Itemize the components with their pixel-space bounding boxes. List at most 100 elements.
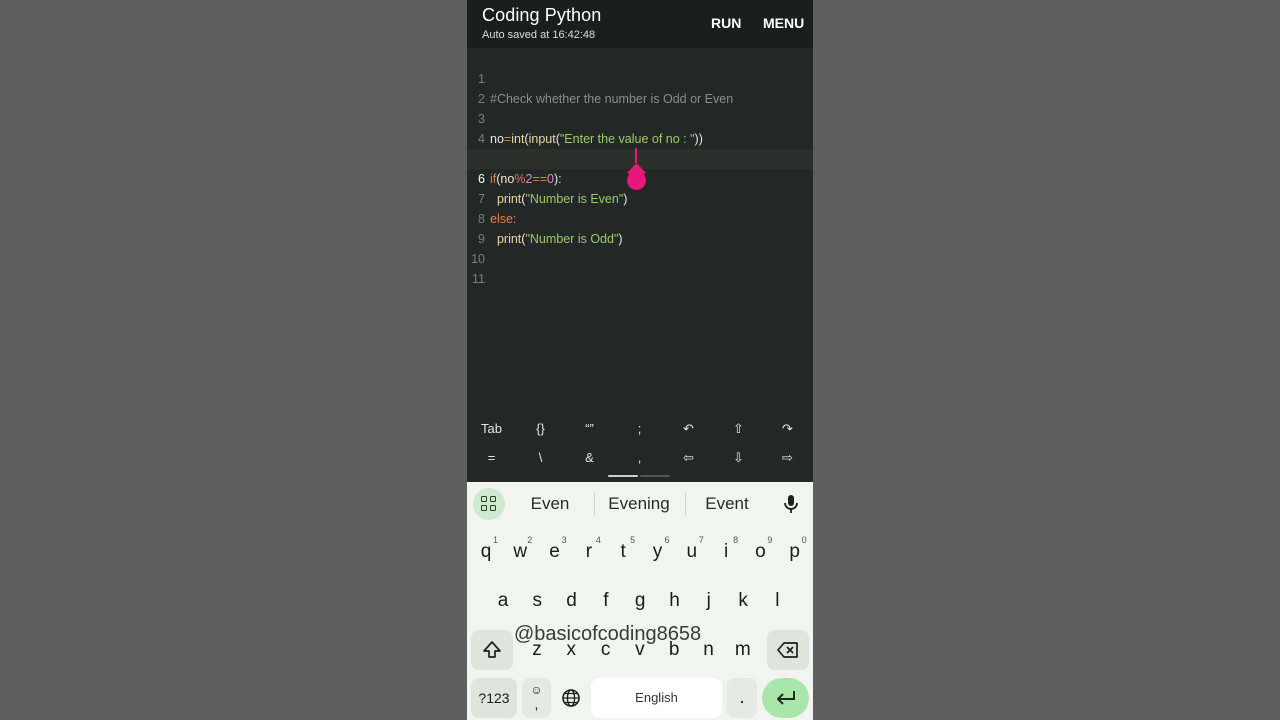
semicolon-key[interactable]: ; xyxy=(615,421,664,436)
key-w[interactable]: w2 xyxy=(505,532,535,572)
key-r[interactable]: r4 xyxy=(574,532,604,572)
key-label: m xyxy=(734,639,751,660)
menu-button[interactable]: MENU xyxy=(763,15,804,31)
key-h[interactable]: h xyxy=(660,581,690,621)
code-line[interactable]: 3 no=int(input("Enter the value of no : … xyxy=(467,89,813,146)
key-label: u xyxy=(686,541,698,562)
suggestion-bar: Even Evening Event xyxy=(467,482,813,526)
key-label: g xyxy=(634,590,646,611)
quotes-key[interactable]: “” xyxy=(565,421,614,436)
key-label: l xyxy=(775,590,780,611)
page-indicator xyxy=(640,475,670,477)
code-line[interactable]: 1 #Check whether the number is Odd or Ev… xyxy=(467,49,813,106)
key-a[interactable]: a xyxy=(488,581,518,621)
key-label: p xyxy=(789,541,800,562)
key-label: s xyxy=(532,590,543,611)
key-number-hint: 8 xyxy=(733,535,739,545)
backspace-icon xyxy=(777,642,798,658)
equals-key[interactable]: = xyxy=(467,450,516,465)
key-number-hint: 3 xyxy=(561,535,567,545)
key-number-hint: 2 xyxy=(527,535,533,545)
key-label: i xyxy=(723,541,729,562)
enter-key[interactable] xyxy=(762,678,809,718)
key-l[interactable]: l xyxy=(762,581,792,621)
line-number: 11 xyxy=(472,272,485,286)
symbols-key[interactable]: ?123 xyxy=(471,678,517,718)
code-line[interactable]: 9 xyxy=(467,209,813,246)
redo-icon[interactable]: ↷ xyxy=(763,421,812,437)
key-y[interactable]: y6 xyxy=(643,532,673,572)
cursor-handle[interactable] xyxy=(627,171,646,190)
key-g[interactable]: g xyxy=(625,581,655,621)
emoji-key[interactable]: ☺ , xyxy=(522,678,551,718)
period-key[interactable]: . xyxy=(727,678,757,718)
key-d[interactable]: d xyxy=(557,581,587,621)
backslash-key[interactable]: \ xyxy=(516,450,565,465)
key-p[interactable]: p0 xyxy=(780,532,810,572)
undo-icon[interactable]: ↶ xyxy=(664,421,713,437)
code-line[interactable]: 4 xyxy=(467,109,813,146)
key-e[interactable]: e3 xyxy=(540,532,570,572)
channel-watermark: @basicofcoding8658 xyxy=(514,623,702,645)
code-line[interactable]: 10 xyxy=(467,229,813,266)
enter-icon xyxy=(776,691,795,705)
suggestion-3[interactable]: Event xyxy=(682,494,772,514)
key-i[interactable]: i8 xyxy=(711,532,741,572)
tab-key[interactable]: Tab xyxy=(467,421,516,436)
code-line[interactable]: 11 xyxy=(467,249,813,286)
key-label: k xyxy=(738,590,748,611)
arrow-right-icon[interactable]: ⇨ xyxy=(763,450,812,466)
key-f[interactable]: f xyxy=(591,581,621,621)
shift-key[interactable] xyxy=(471,630,513,670)
key-label: r xyxy=(585,541,593,562)
key-label: q xyxy=(480,541,492,562)
soft-keyboard: Even Evening Event ?123 ☺ , English . q … xyxy=(467,482,813,720)
key-label: n xyxy=(703,639,714,660)
apps-grid-icon[interactable] xyxy=(473,488,505,520)
key-label: e xyxy=(549,541,560,562)
key-number-hint: 1 xyxy=(492,535,498,545)
key-q[interactable]: q1 xyxy=(471,532,501,572)
phone-screen: Coding Python Auto saved at 16:42:48 RUN… xyxy=(467,0,813,720)
code-editor[interactable]: 1 #Check whether the number is Odd or Ev… xyxy=(467,48,813,412)
key-number-hint: 0 xyxy=(801,535,807,545)
key-u[interactable]: u7 xyxy=(677,532,707,572)
comma-key[interactable]: , xyxy=(615,450,664,465)
app-title: Coding Python xyxy=(482,5,602,25)
key-number-hint: 4 xyxy=(595,535,601,545)
backspace-key[interactable] xyxy=(767,630,809,670)
arrow-left-icon[interactable]: ⇦ xyxy=(664,450,713,466)
key-k[interactable]: k xyxy=(728,581,758,621)
code-line[interactable]: 8 print("Number is Odd") xyxy=(467,189,813,246)
extra-keys-bar: Tab {} “” ; ↶ ⇧ ↷ = \ & , ⇦ ⇩ ⇨ xyxy=(467,412,813,482)
braces-key[interactable]: {} xyxy=(516,421,565,436)
autosave-status: Auto saved at 16:42:48 xyxy=(482,29,596,41)
key-label: t xyxy=(620,541,626,562)
key-number-hint: 7 xyxy=(698,535,704,545)
shift-up-icon[interactable]: ⇧ xyxy=(714,421,763,437)
globe-icon xyxy=(562,689,580,707)
shift-icon xyxy=(483,641,501,658)
suggestion-1[interactable]: Even xyxy=(505,494,595,514)
key-o[interactable]: o9 xyxy=(745,532,775,572)
code-line[interactable]: 5 if(no%2==0): xyxy=(467,129,813,186)
key-t[interactable]: t5 xyxy=(608,532,638,572)
microphone-icon[interactable] xyxy=(781,493,801,515)
emoji-icon: ☺ xyxy=(530,683,543,697)
page-indicator-active xyxy=(608,475,638,477)
key-label: j xyxy=(706,590,711,611)
space-key[interactable]: English xyxy=(591,678,722,718)
key-label: y xyxy=(652,541,663,562)
ampersand-key[interactable]: & xyxy=(565,450,614,465)
arrow-down-icon[interactable]: ⇩ xyxy=(714,450,763,466)
key-label: f xyxy=(603,590,609,611)
code-line[interactable]: 2 xyxy=(467,69,813,106)
key-m[interactable]: m xyxy=(728,630,758,670)
run-button[interactable]: RUN xyxy=(711,15,741,31)
key-s[interactable]: s xyxy=(522,581,552,621)
suggestion-2[interactable]: Evening xyxy=(594,494,684,514)
key-j[interactable]: j xyxy=(694,581,724,621)
language-key[interactable] xyxy=(556,678,586,718)
key-label: h xyxy=(669,590,680,611)
key-number-hint: 5 xyxy=(630,535,636,545)
